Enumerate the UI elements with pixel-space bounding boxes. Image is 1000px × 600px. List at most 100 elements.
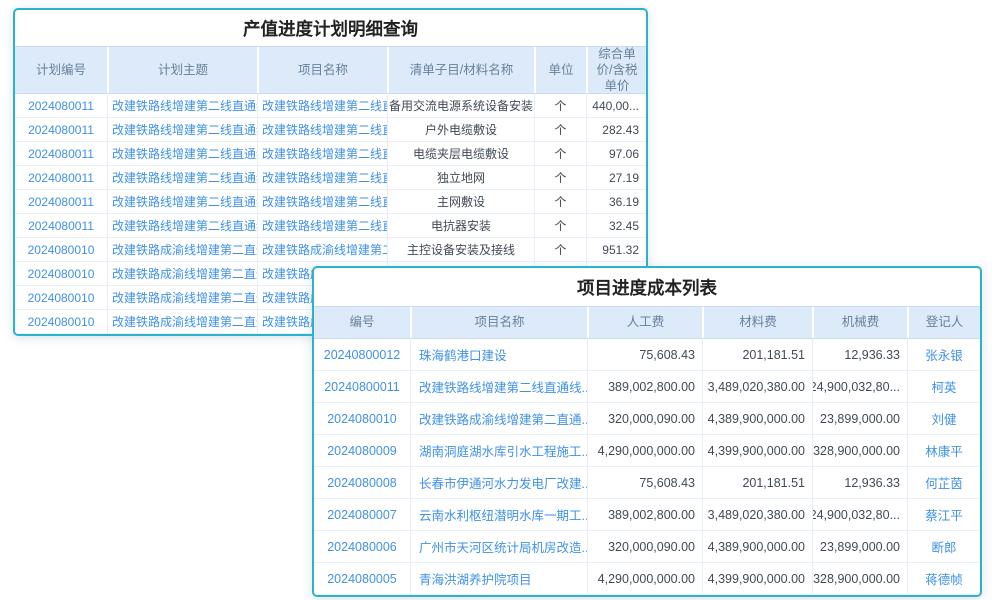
plan-table-header: 计划编号 计划主题 项目名称 清单子目/材料名称 单位 综合单价/含税单价 (15, 46, 646, 94)
col-header-no: 编号 (314, 307, 410, 338)
labor-cost-cell: 75,608.43 (587, 339, 702, 370)
plan-no-link[interactable]: 2024080011 (15, 94, 107, 117)
plan-topic-link[interactable]: 改建铁路线增建第二线直通线 (107, 142, 257, 165)
plan-topic-link[interactable]: 改建铁路线增建第二线直通线 (107, 190, 257, 213)
cost-no-link[interactable]: 20240800011 (314, 371, 410, 402)
project-name-link[interactable]: 改建铁路成渝线增建第二直通... (410, 403, 587, 434)
plan-topic-link[interactable]: 改建铁路成渝线增建第二直通 (107, 286, 257, 309)
table-row[interactable]: 2024080011 改建铁路线增建第二线直通线 改建铁路线增建第二线直通线 电… (15, 214, 646, 238)
project-name-link[interactable]: 改建铁路线增建第二线直通线 (257, 214, 387, 237)
registrar-link[interactable]: 蔡江平 (907, 499, 980, 530)
labor-cost-cell: 320,000,090.00 (587, 403, 702, 434)
plan-topic-link[interactable]: 改建铁路线增建第二线直通线 (107, 118, 257, 141)
plan-no-link[interactable]: 2024080010 (15, 238, 107, 261)
table-row[interactable]: 2024080008 长春市伊通河水力发电厂改建... 75,608.43 20… (314, 467, 980, 499)
panel-title: 产值进度计划明细查询 (15, 10, 646, 46)
project-name-link[interactable]: 湖南洞庭湖水库引水工程施工... (410, 435, 587, 466)
registrar-link[interactable]: 蒋德帧 (907, 563, 980, 594)
table-row[interactable]: 2024080011 改建铁路线增建第二线直通线 改建铁路线增建第二线直通线 独… (15, 166, 646, 190)
plan-topic-link[interactable]: 改建铁路成渝线增建第二直通 (107, 262, 257, 285)
project-name-link[interactable]: 云南水利枢纽潜明水库一期工... (410, 499, 587, 530)
col-header-material: 材料费 (702, 307, 812, 338)
cost-table-body: 20240800012 珠海鹤港口建设 75,608.43 201,181.51… (314, 339, 980, 595)
machine-cost-cell: 23,899,000.00 (812, 531, 907, 562)
cost-no-link[interactable]: 2024080010 (314, 403, 410, 434)
material-cost-cell: 4,399,900,000.00 (702, 435, 812, 466)
plan-no-link[interactable]: 2024080010 (15, 286, 107, 309)
plan-no-link[interactable]: 2024080011 (15, 118, 107, 141)
table-row[interactable]: 20240800012 珠海鹤港口建设 75,608.43 201,181.51… (314, 339, 980, 371)
table-row[interactable]: 2024080006 广州市天河区统计局机房改造... 320,000,090.… (314, 531, 980, 563)
table-row[interactable]: 2024080011 改建铁路线增建第二线直通线 改建铁路线增建第二线直通线 备… (15, 94, 646, 118)
material-cost-cell: 3,489,020,380.00 (702, 499, 812, 530)
col-header-item: 清单子目/材料名称 (387, 47, 534, 93)
table-row[interactable]: 2024080011 改建铁路线增建第二线直通线 改建铁路线增建第二线直通线 电… (15, 142, 646, 166)
project-name-link[interactable]: 改建铁路线增建第二线直通线... (410, 371, 587, 402)
material-cost-cell: 4,399,900,000.00 (702, 563, 812, 594)
plan-topic-link[interactable]: 改建铁路成渝线增建第二直通 (107, 238, 257, 261)
plan-no-link[interactable]: 2024080011 (15, 214, 107, 237)
plan-no-link[interactable]: 2024080010 (15, 310, 107, 333)
unit-price-cell: 32.45 (586, 214, 646, 237)
table-row[interactable]: 2024080009 湖南洞庭湖水库引水工程施工... 4,290,000,00… (314, 435, 980, 467)
registrar-link[interactable]: 刘健 (907, 403, 980, 434)
registrar-link[interactable]: 张永银 (907, 339, 980, 370)
material-cost-cell: 201,181.51 (702, 339, 812, 370)
project-name-link[interactable]: 改建铁路线增建第二线直通线 (257, 142, 387, 165)
project-name-link[interactable]: 改建铁路线增建第二线直通线 (257, 118, 387, 141)
plan-topic-link[interactable]: 改建铁路线增建第二线直通线 (107, 214, 257, 237)
table-row[interactable]: 2024080010 改建铁路成渝线增建第二直通... 320,000,090.… (314, 403, 980, 435)
table-row[interactable]: 2024080005 青海洪湖养护院项目 4,290,000,000.00 4,… (314, 563, 980, 595)
table-row[interactable]: 20240800011 改建铁路线增建第二线直通线... 389,002,800… (314, 371, 980, 403)
project-name-link[interactable]: 改建铁路线增建第二线直通线 (257, 94, 387, 117)
plan-no-link[interactable]: 2024080011 (15, 190, 107, 213)
material-cost-cell: 4,389,900,000.00 (702, 403, 812, 434)
registrar-link[interactable]: 柯英 (907, 371, 980, 402)
col-header-machine: 机械费 (812, 307, 907, 338)
registrar-link[interactable]: 断郎 (907, 531, 980, 562)
item-name-cell: 主控设备安装及接线 (387, 238, 534, 261)
registrar-link[interactable]: 林康平 (907, 435, 980, 466)
unit-cell: 个 (534, 214, 586, 237)
col-header-labor: 人工费 (587, 307, 702, 338)
unit-cell: 个 (534, 118, 586, 141)
project-name-link[interactable]: 青海洪湖养护院项目 (410, 563, 587, 594)
cost-no-link[interactable]: 2024080009 (314, 435, 410, 466)
plan-topic-link[interactable]: 改建铁路线增建第二线直通线 (107, 94, 257, 117)
table-row[interactable]: 2024080011 改建铁路线增建第二线直通线 改建铁路线增建第二线直通线 户… (15, 118, 646, 142)
cost-no-link[interactable]: 2024080007 (314, 499, 410, 530)
project-name-link[interactable]: 改建铁路线增建第二线直通线 (257, 166, 387, 189)
labor-cost-cell: 4,290,000,000.00 (587, 435, 702, 466)
unit-cell: 个 (534, 238, 586, 261)
project-name-link[interactable]: 广州市天河区统计局机房改造... (410, 531, 587, 562)
col-header-unit: 单位 (534, 47, 586, 93)
machine-cost-cell: 328,900,000.00 (812, 563, 907, 594)
plan-no-link[interactable]: 2024080010 (15, 262, 107, 285)
plan-no-link[interactable]: 2024080011 (15, 166, 107, 189)
unit-price-cell: 282.43 (586, 118, 646, 141)
table-row[interactable]: 2024080010 改建铁路成渝线增建第二直通 改建铁路成渝线增建第二直通线 … (15, 238, 646, 262)
plan-topic-link[interactable]: 改建铁路线增建第二线直通线 (107, 166, 257, 189)
cost-table-header: 编号 项目名称 人工费 材料费 机械费 登记人 (314, 306, 980, 339)
table-row[interactable]: 2024080007 云南水利枢纽潜明水库一期工... 389,002,800.… (314, 499, 980, 531)
project-progress-cost-panel: 项目进度成本列表 编号 项目名称 人工费 材料费 机械费 登记人 2024080… (312, 266, 982, 597)
project-name-link[interactable]: 珠海鹤港口建设 (410, 339, 587, 370)
project-name-link[interactable]: 改建铁路成渝线增建第二直通线 (257, 238, 387, 261)
item-name-cell: 电抗器安装 (387, 214, 534, 237)
unit-cell: 个 (534, 94, 586, 117)
table-row[interactable]: 2024080011 改建铁路线增建第二线直通线 改建铁路线增建第二线直通线 主… (15, 190, 646, 214)
registrar-link[interactable]: 何芷茵 (907, 467, 980, 498)
unit-price-cell: 951.32 (586, 238, 646, 261)
cost-no-link[interactable]: 2024080005 (314, 563, 410, 594)
col-header-plan-no: 计划编号 (15, 47, 107, 93)
project-name-link[interactable]: 长春市伊通河水力发电厂改建... (410, 467, 587, 498)
cost-no-link[interactable]: 20240800012 (314, 339, 410, 370)
project-name-link[interactable]: 改建铁路线增建第二线直通线 (257, 190, 387, 213)
labor-cost-cell: 389,002,800.00 (587, 371, 702, 402)
plan-topic-link[interactable]: 改建铁路成渝线增建第二直通 (107, 310, 257, 333)
plan-no-link[interactable]: 2024080011 (15, 142, 107, 165)
unit-price-cell: 36.19 (586, 190, 646, 213)
cost-no-link[interactable]: 2024080008 (314, 467, 410, 498)
cost-no-link[interactable]: 2024080006 (314, 531, 410, 562)
col-header-unit-price: 综合单价/含税单价 (586, 47, 646, 93)
